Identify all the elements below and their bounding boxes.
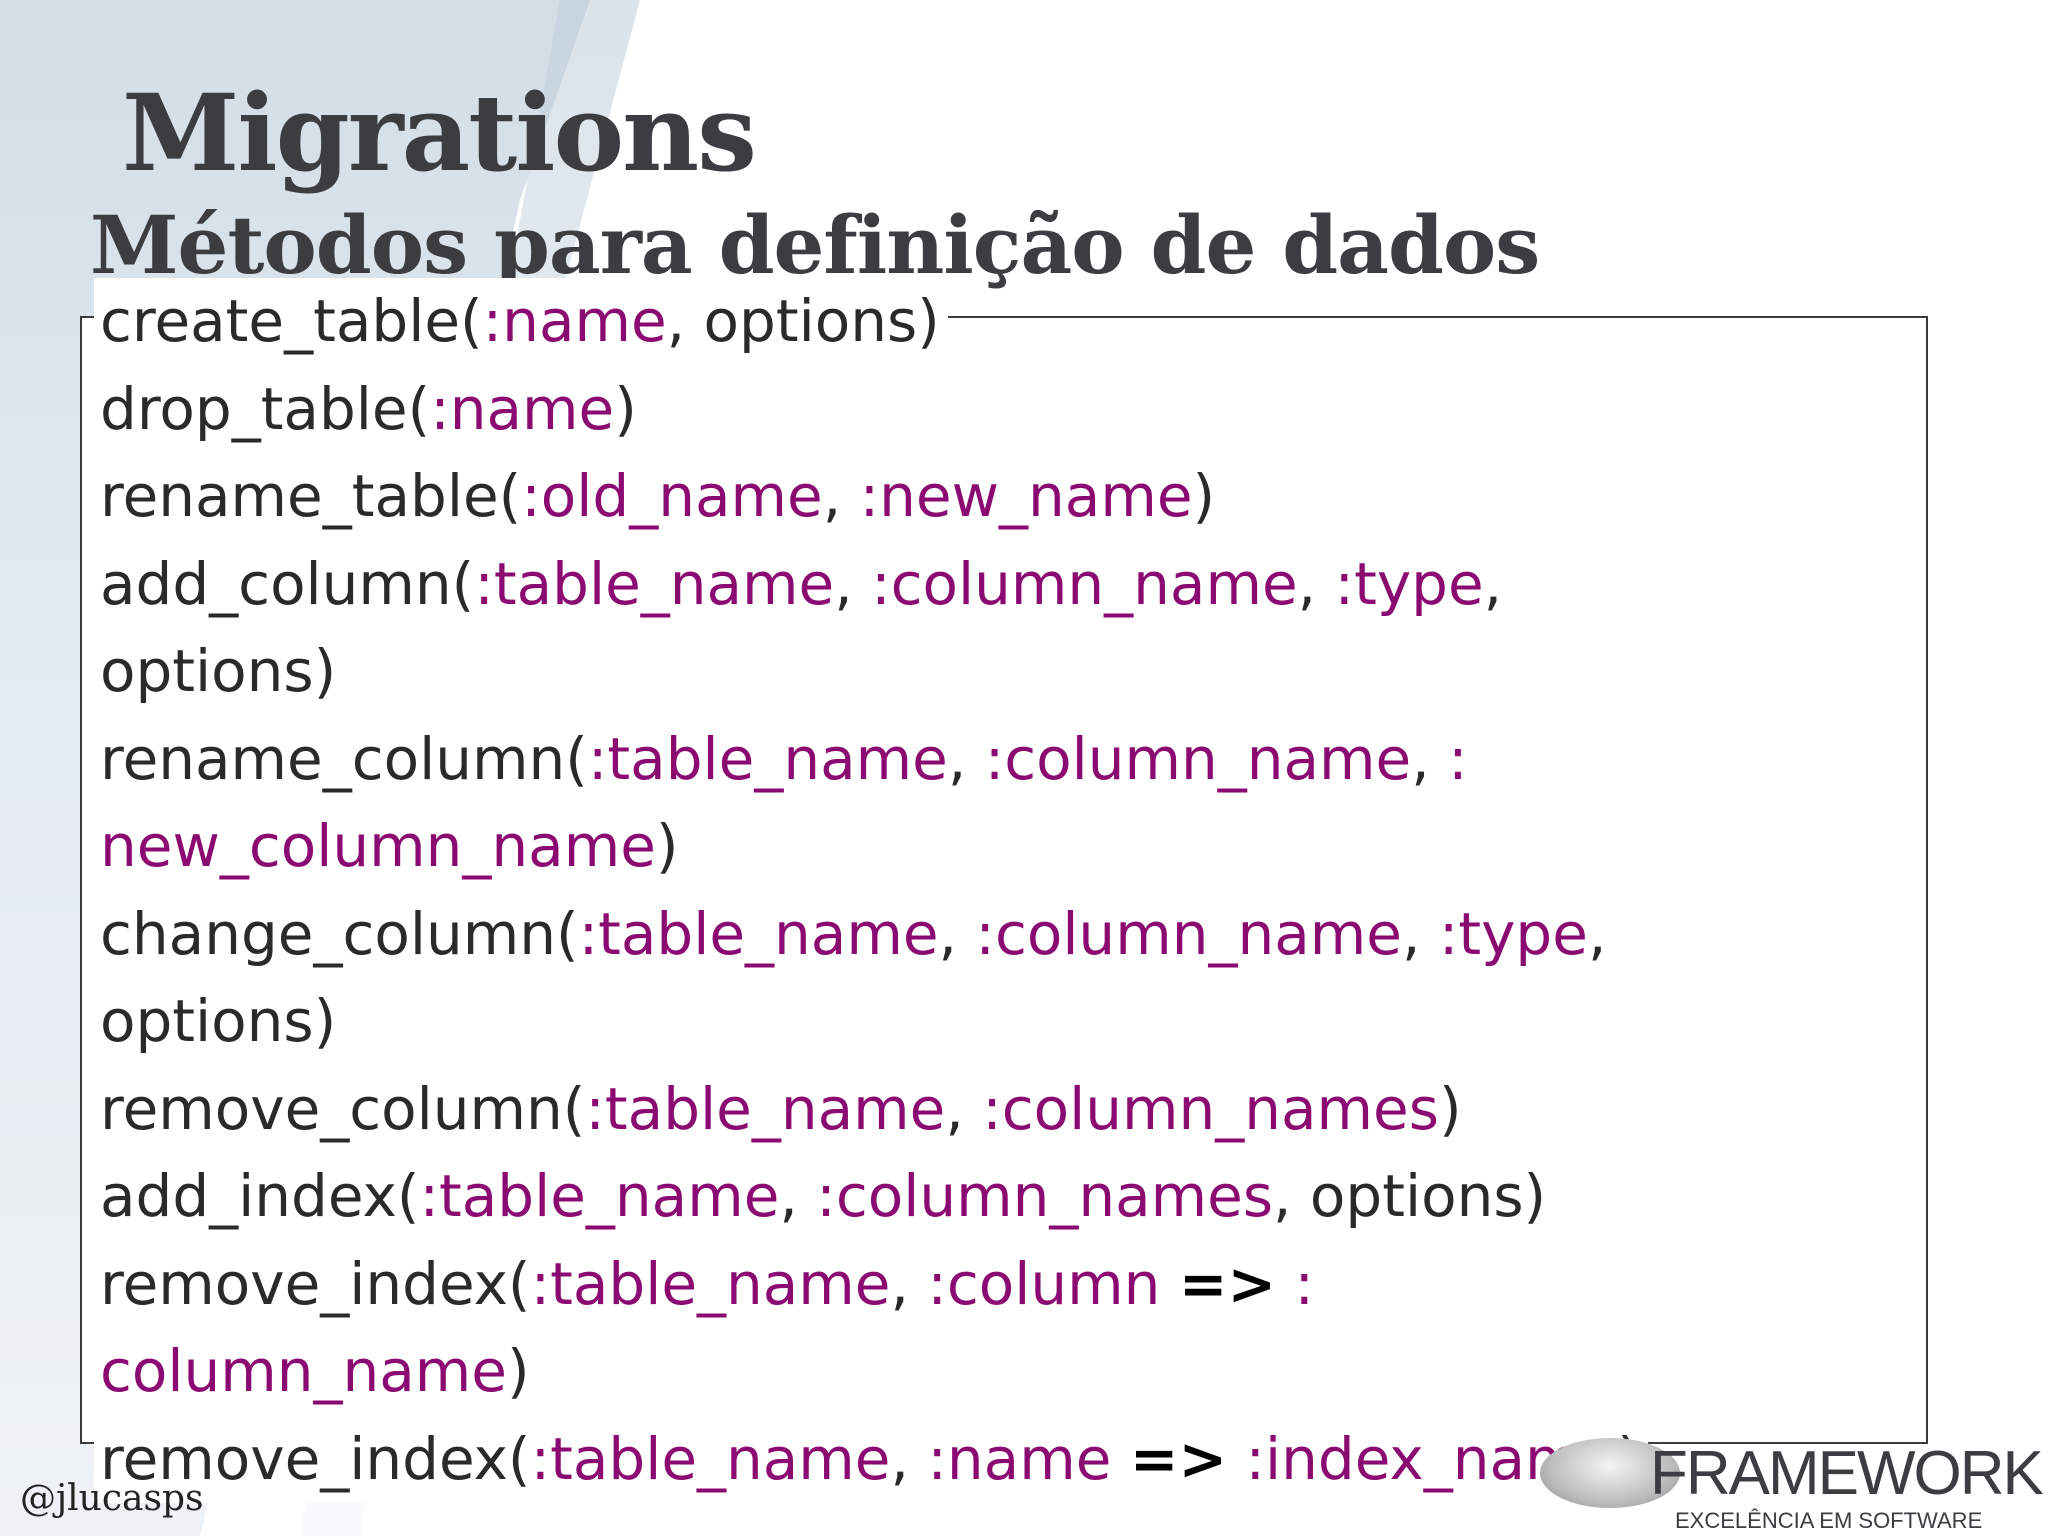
code-symbol: :column_name	[975, 899, 1402, 968]
code-line-text: remove_column(:table_name, :column_names…	[100, 1075, 1462, 1143]
code-line-text: add_column(:table_name, :column_name, :t…	[100, 550, 1502, 618]
code-symbol: :name	[927, 1424, 1112, 1493]
code-symbol: column_name	[100, 1337, 507, 1405]
code-line: options)	[100, 978, 2000, 1066]
code-line: options)	[100, 628, 2000, 716]
code-line-text: add_index(:table_name, :column_names, op…	[100, 1162, 1546, 1230]
code-line-text: column_name)	[100, 1337, 530, 1405]
code-token: remove_index(	[100, 1249, 531, 1318]
code-token: create_table(	[100, 287, 483, 355]
code-symbol: :new_name	[859, 462, 1193, 530]
code-symbol: :type	[1334, 549, 1484, 618]
code-arrow: =>	[1178, 1249, 1277, 1318]
code-symbol: :table_name	[585, 1074, 946, 1143]
code-token: )	[614, 374, 637, 443]
code-token: rename_table(	[100, 462, 522, 530]
code-symbol: :table_name	[587, 724, 948, 793]
code-line: change_column(:table_name, :column_name,…	[100, 891, 2000, 979]
code-token: )	[655, 812, 679, 880]
code-token: ,	[1483, 549, 1503, 618]
code-line-text: rename_table(:old_name, :new_name)	[100, 462, 1215, 530]
code-token: ,	[1411, 724, 1449, 793]
code-token: ,	[890, 1424, 928, 1493]
code-line: remove_index(:table_name, :column => :	[100, 1241, 2000, 1329]
code-token: )	[1192, 462, 1216, 530]
code-symbol: :table_name	[530, 1424, 891, 1493]
code-line-text: drop_table(:name)	[100, 375, 637, 443]
code-symbol: :old_name	[521, 462, 823, 530]
code-line: rename_column(:table_name, :column_name,…	[100, 716, 2000, 804]
code-line: drop_table(:name)	[100, 366, 2000, 454]
code-symbol: :name	[482, 287, 667, 355]
logo-wordmark: FRAMEWORK	[1650, 1439, 2044, 1508]
code-token: add_column(	[100, 549, 475, 618]
code-token: ,	[1297, 549, 1335, 618]
code-token: ,	[938, 899, 976, 968]
code-line-text: change_column(:table_name, :column_name,…	[100, 900, 1606, 968]
code-token: drop_table(	[100, 374, 431, 443]
code-line: remove_column(:table_name, :column_names…	[100, 1066, 2000, 1154]
code-symbol: :table_name	[578, 899, 939, 968]
code-symbol: :column_name	[984, 724, 1412, 793]
code-line-text: options)	[100, 637, 336, 705]
code-symbol: :	[1294, 1249, 1315, 1318]
logo-tagline: EXCELÊNCIA EM SOFTWARE	[1675, 1508, 1983, 1533]
code-symbol: :table_name	[474, 549, 835, 618]
code-line: add_index(:table_name, :column_names, op…	[100, 1153, 2000, 1241]
code-line-text: create_table(:name, options)	[94, 278, 948, 366]
code-arrow: =>	[1129, 1424, 1228, 1493]
code-token: rename_column(	[100, 724, 588, 793]
code-token: , options)	[1273, 1162, 1547, 1230]
code-token: options)	[100, 637, 337, 705]
code-line: column_name)	[100, 1328, 2000, 1416]
code-symbol: :column_names	[816, 1162, 1274, 1230]
code-symbol: :name	[430, 374, 615, 443]
slide-title: Migrations	[122, 70, 757, 195]
code-token: ,	[834, 549, 872, 618]
code-token: ,	[1587, 899, 1607, 968]
code-line: rename_table(:old_name, :new_name)	[100, 453, 2000, 541]
code-line-text: options)	[100, 987, 336, 1055]
code-symbol: :column	[927, 1249, 1161, 1318]
code-token: ,	[947, 724, 985, 793]
code-listing: create_table(:name, options) drop_table(:…	[94, 278, 2000, 1503]
code-symbol: :	[1448, 724, 1468, 793]
code-line: add_column(:table_name, :column_name, :t…	[100, 541, 2000, 629]
code-token: )	[507, 1337, 530, 1405]
code-line: new_column_name)	[100, 803, 2000, 891]
code-token: change_column(	[100, 899, 579, 968]
code-symbol: :column_name	[871, 549, 1298, 618]
code-line-text: new_column_name)	[100, 812, 679, 880]
code-token: add_index(	[100, 1162, 420, 1230]
code-symbol: new_column_name	[100, 812, 656, 880]
code-symbol: :table_name	[419, 1162, 780, 1230]
code-token: ,	[822, 462, 860, 530]
code-line-text: remove_index(:table_name, :column => :	[100, 1250, 1314, 1318]
code-token: remove_column(	[100, 1074, 586, 1143]
code-line: create_table(:name, options)	[94, 278, 2000, 366]
code-token: )	[1438, 1074, 1462, 1143]
code-token: ,	[890, 1249, 928, 1318]
code-symbol: :type	[1438, 899, 1588, 968]
code-token: ,	[945, 1074, 983, 1143]
code-token: ,	[779, 1162, 817, 1230]
code-line-text: remove_index(:table_name, :name => :inde…	[94, 1415, 1648, 1503]
code-symbol: :column_names	[982, 1074, 1439, 1143]
code-line-text: rename_column(:table_name, :column_name,…	[100, 725, 1468, 793]
code-token: options)	[100, 987, 337, 1055]
code-token: , options)	[666, 287, 940, 355]
code-token: ,	[1401, 899, 1439, 968]
code-symbol: :table_name	[530, 1249, 891, 1318]
author-handle: @jlucasps	[20, 1478, 204, 1519]
